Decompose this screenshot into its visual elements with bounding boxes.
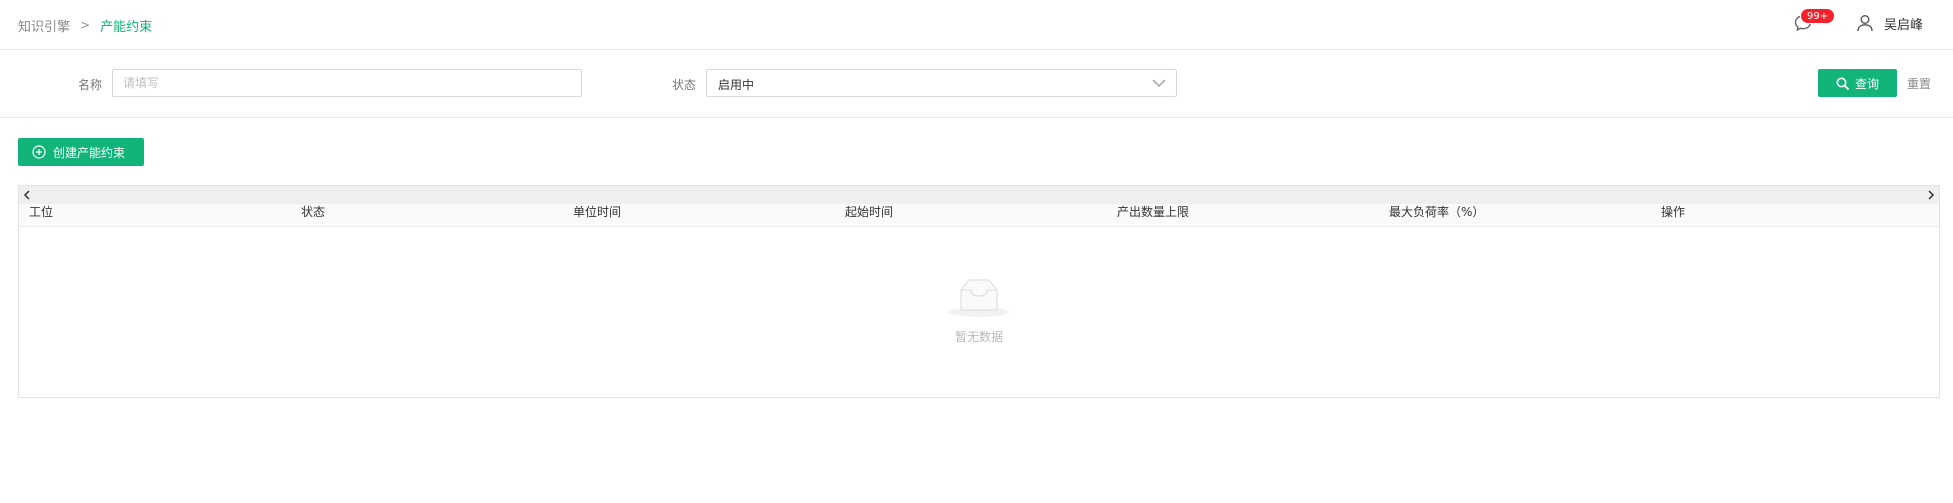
name-input[interactable] (112, 69, 582, 97)
column-header-max-load-rate: 最大负荷率（%） (1389, 205, 1485, 219)
chevron-down-icon (1152, 79, 1166, 87)
column-header-start-time: 起始时间 (845, 205, 894, 219)
status-label: 状态 (672, 78, 697, 92)
user-icon (1857, 15, 1873, 32)
breadcrumb-current: 产能约束 (100, 19, 153, 35)
reset-button[interactable]: 重置 (1907, 75, 1931, 92)
empty-inbox-icon (949, 279, 1009, 317)
status-select-value: 启用中 (718, 78, 755, 92)
create-capacity-constraint-button[interactable]: 创建产能约束 (18, 138, 144, 166)
column-header-unit-time: 单位时间 (573, 205, 622, 219)
empty-state-text: 暂无数据 (954, 330, 1003, 344)
name-label: 名称 (78, 78, 103, 92)
horizontal-scrollbar[interactable] (19, 186, 1939, 204)
breadcrumb-separator: > (80, 18, 91, 32)
column-header-station: 工位 (29, 205, 54, 219)
status-select[interactable]: 启用中 (706, 69, 1177, 97)
query-button[interactable]: 查询 (1818, 69, 1897, 97)
create-button-label: 创建产能约束 (53, 145, 126, 160)
message-badge: 99+ (1800, 8, 1836, 24)
column-header-output-limit: 产出数量上限 (1117, 205, 1190, 219)
message-button[interactable]: 99+ (1792, 8, 1836, 36)
column-header-status: 状态 (301, 205, 326, 219)
user-menu[interactable]: 吴启峰 (1856, 12, 1923, 34)
query-button-label: 查询 (1854, 76, 1879, 91)
top-header: 知识引擎 > 产能约束 99+ 吴启峰 (0, 0, 1953, 50)
data-table: 工位 状态 单位时间 起始时间 产出数量上限 最大负荷率（%） 操作 暂无数据 (18, 185, 1940, 398)
empty-state: 暂无数据 (19, 276, 1939, 345)
plus-circle-icon (32, 145, 46, 159)
column-header-actions: 操作 (1661, 205, 1686, 219)
breadcrumb: 知识引擎 > 产能约束 (18, 15, 152, 35)
scroll-right-icon[interactable] (1925, 189, 1937, 201)
search-icon (1836, 77, 1849, 90)
scroll-left-icon[interactable] (21, 189, 33, 201)
search-bar: 名称 状态 启用中 查询 重置 (0, 50, 1953, 118)
user-name: 吴启峰 (1884, 17, 1924, 33)
breadcrumb-parent[interactable]: 知识引擎 (18, 16, 70, 35)
